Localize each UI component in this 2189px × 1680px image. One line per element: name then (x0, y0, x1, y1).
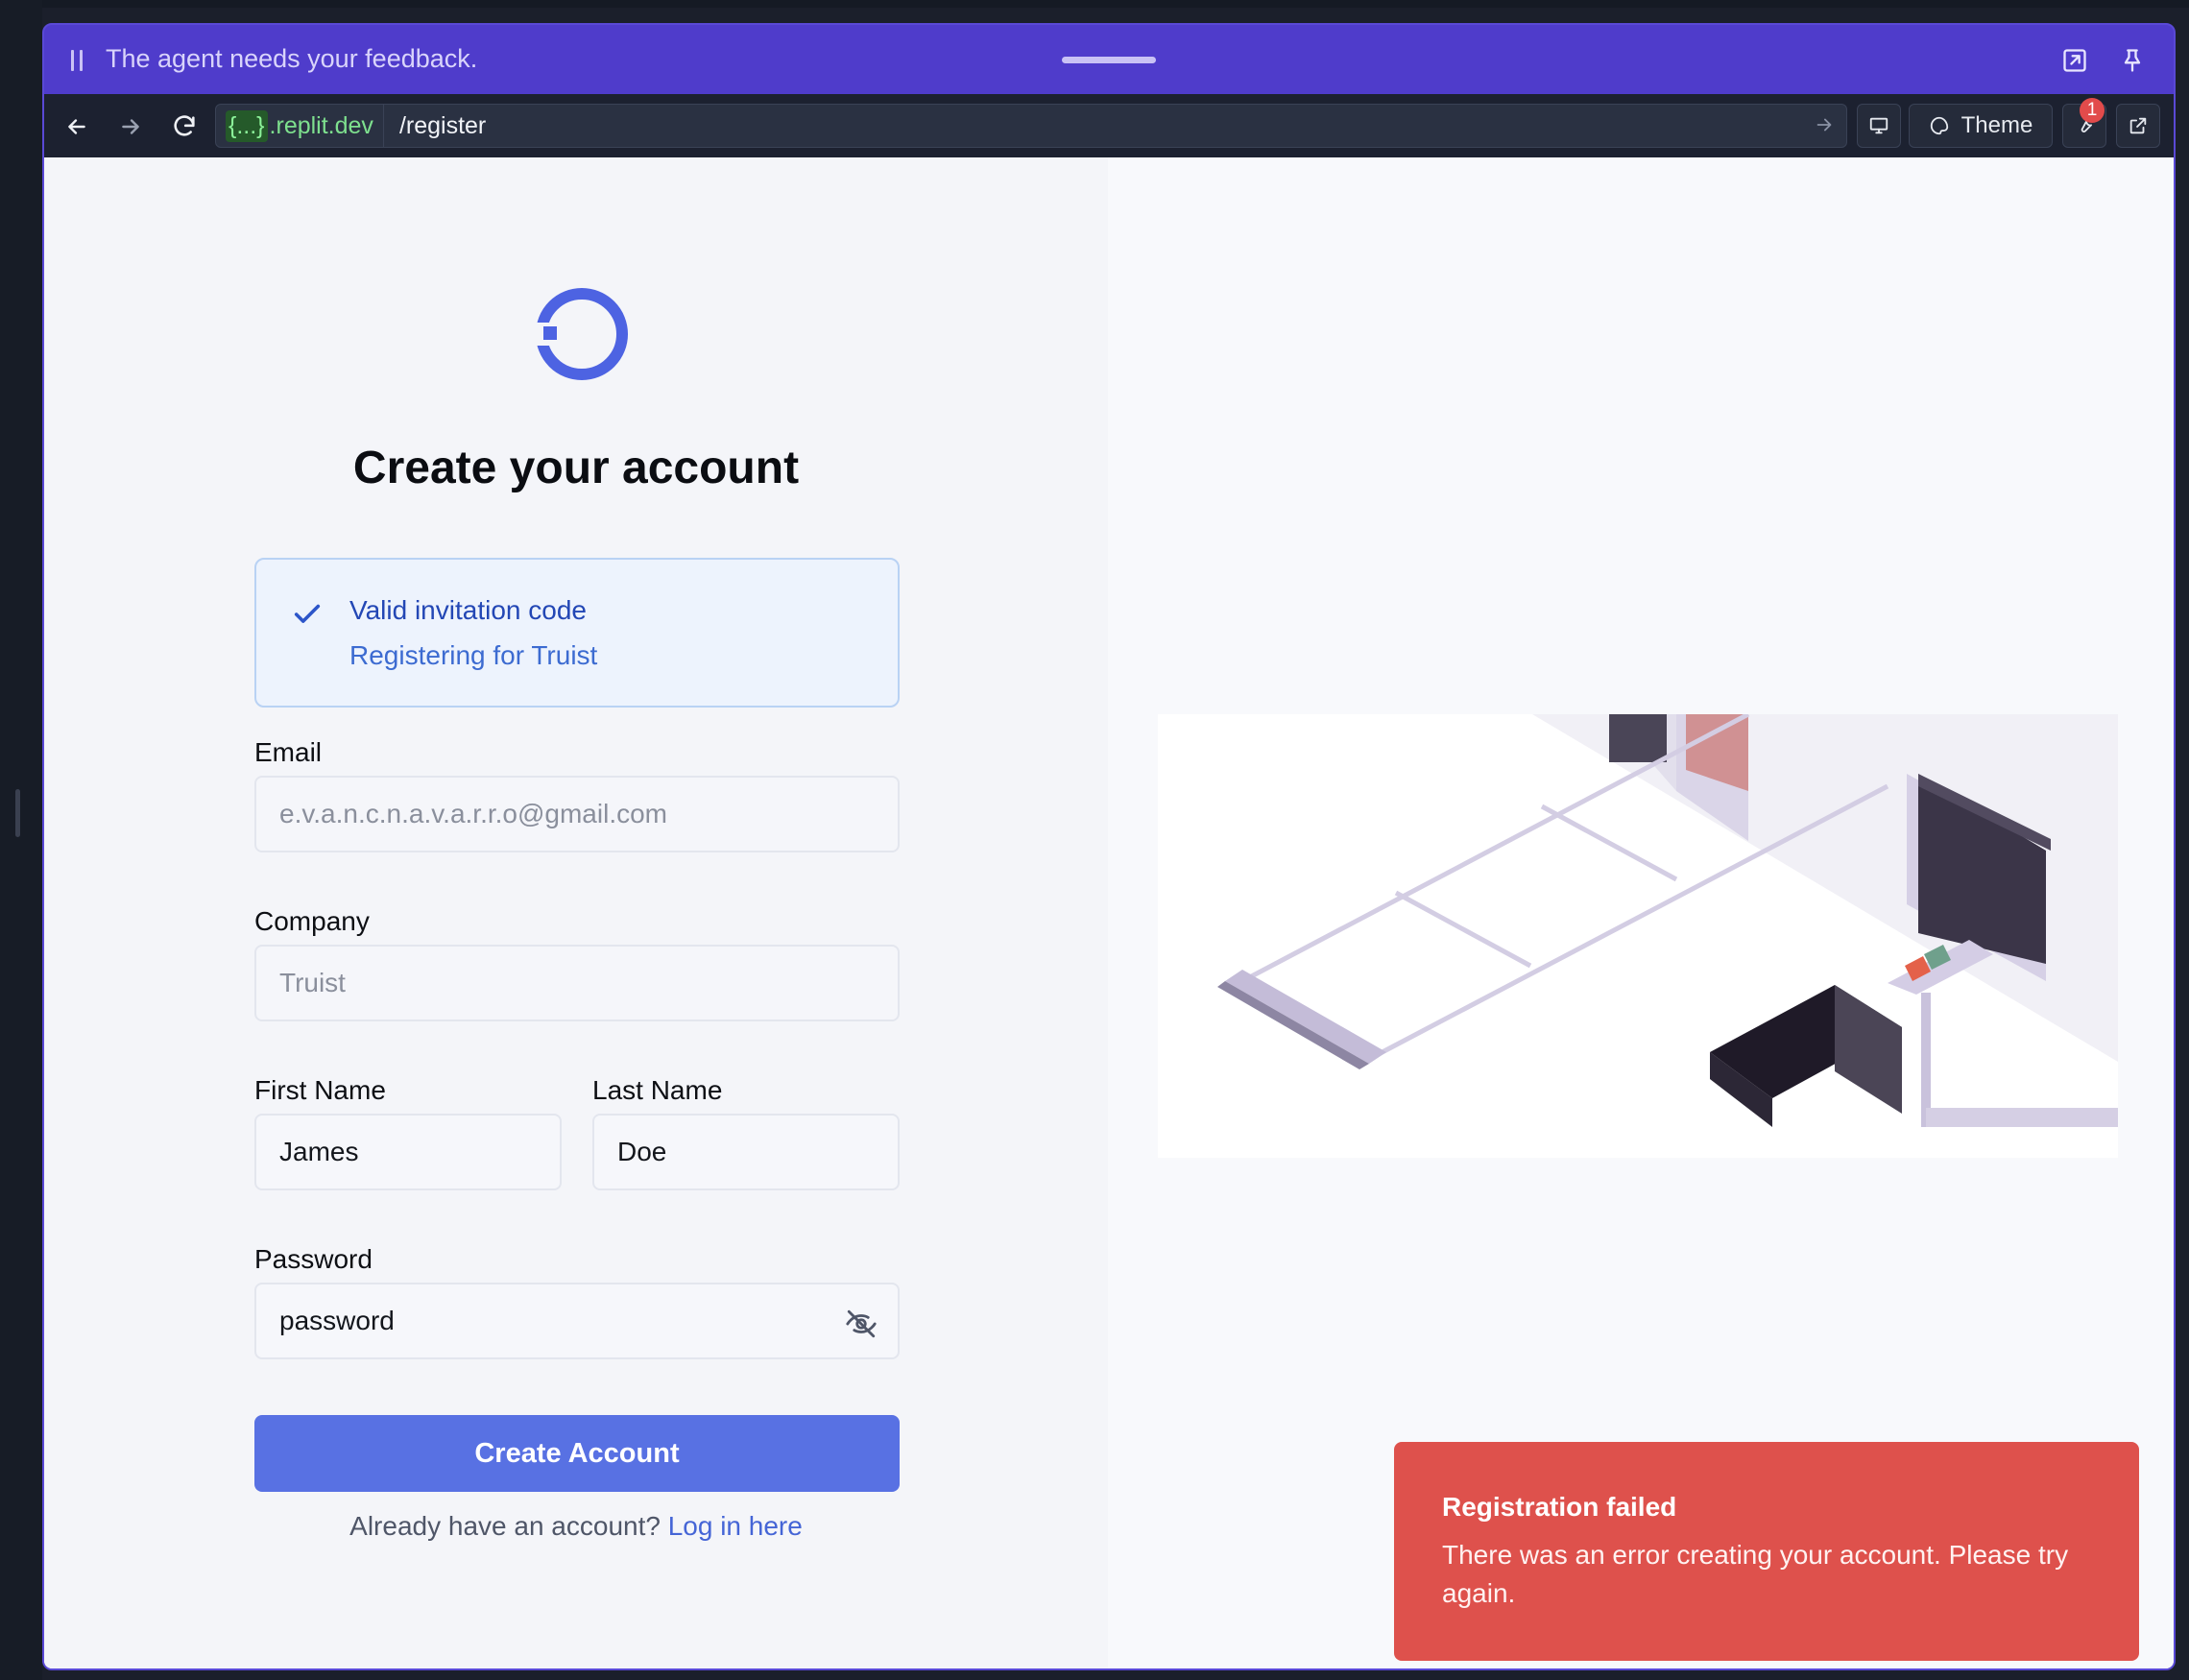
url-host-suffix: .replit.dev (269, 111, 373, 139)
url-host: {...} .replit.dev (216, 105, 384, 147)
url-bar[interactable]: {...} .replit.dev /register (215, 104, 1847, 148)
webview-window: The agent needs your feedback. {...} .re… (42, 23, 2176, 1670)
toast-message: There was an error creating your account… (1442, 1540, 2069, 1608)
palette-icon (1930, 116, 1948, 135)
error-toast[interactable]: Registration failed There was an error c… (1394, 1442, 2139, 1661)
password-field[interactable] (254, 1283, 900, 1359)
feedback-bar: The agent needs your feedback. (44, 25, 2174, 94)
form-pane: Create your account Valid invitation cod… (44, 157, 1108, 1668)
open-external-button[interactable] (2116, 104, 2160, 148)
browser-toolbar: {...} .replit.dev /register Theme 1 (44, 94, 2174, 157)
feedback-message: The agent needs your feedback. (106, 44, 478, 73)
invitation-title: Valid invitation code (349, 595, 587, 625)
create-account-button[interactable]: Create Account (254, 1415, 900, 1492)
email-field[interactable] (254, 776, 900, 852)
invitation-status-card: Valid invitation code Registering for Tr… (254, 558, 900, 708)
first-name-label: First Name (254, 1075, 386, 1105)
login-prompt: Already have an account? Log in here (44, 1511, 1108, 1542)
isometric-illustration (1158, 714, 2118, 1158)
external-link-icon (2129, 117, 2147, 134)
theme-button[interactable]: Theme (1909, 104, 2053, 148)
login-prompt-text: Already have an account? (349, 1511, 661, 1541)
check-icon (294, 604, 321, 623)
password-label: Password (254, 1244, 373, 1274)
pin-icon[interactable] (2116, 44, 2149, 77)
go-arrow-icon[interactable] (1814, 114, 1835, 140)
page-title: Create your account (352, 443, 800, 493)
invitation-subtitle: Registering for Truist (349, 640, 598, 670)
monitor-icon (1869, 117, 1888, 134)
login-link[interactable]: Log in here (668, 1511, 803, 1541)
host-left-strip (0, 0, 42, 1680)
theme-label: Theme (1960, 112, 2033, 138)
eye-off-icon[interactable] (845, 1308, 878, 1340)
company-label: Company (254, 906, 370, 936)
forward-arrow-icon[interactable] (113, 109, 148, 144)
back-arrow-icon[interactable] (60, 109, 94, 144)
toast-title: Registration failed (1442, 1492, 1677, 1522)
device-preview-button[interactable] (1857, 104, 1901, 148)
last-name-field[interactable] (592, 1114, 900, 1190)
reload-icon[interactable] (167, 109, 202, 144)
pause-icon[interactable] (67, 50, 86, 71)
last-name-label: Last Name (592, 1075, 723, 1105)
email-label: Email (254, 737, 323, 767)
brand-logo-icon (534, 288, 628, 380)
drag-grip-icon[interactable] (1062, 57, 1156, 63)
first-name-field[interactable] (254, 1114, 562, 1190)
url-host-prefix: {...} (226, 109, 268, 142)
register-page: Create your account Valid invitation cod… (44, 157, 2174, 1668)
url-path[interactable]: /register (384, 112, 1846, 140)
host-top-strip (0, 0, 2189, 8)
company-field[interactable] (254, 945, 900, 1021)
devtools-badge: 1 (2080, 98, 2105, 123)
resize-handle[interactable] (15, 789, 20, 837)
expand-icon[interactable] (2058, 44, 2091, 77)
